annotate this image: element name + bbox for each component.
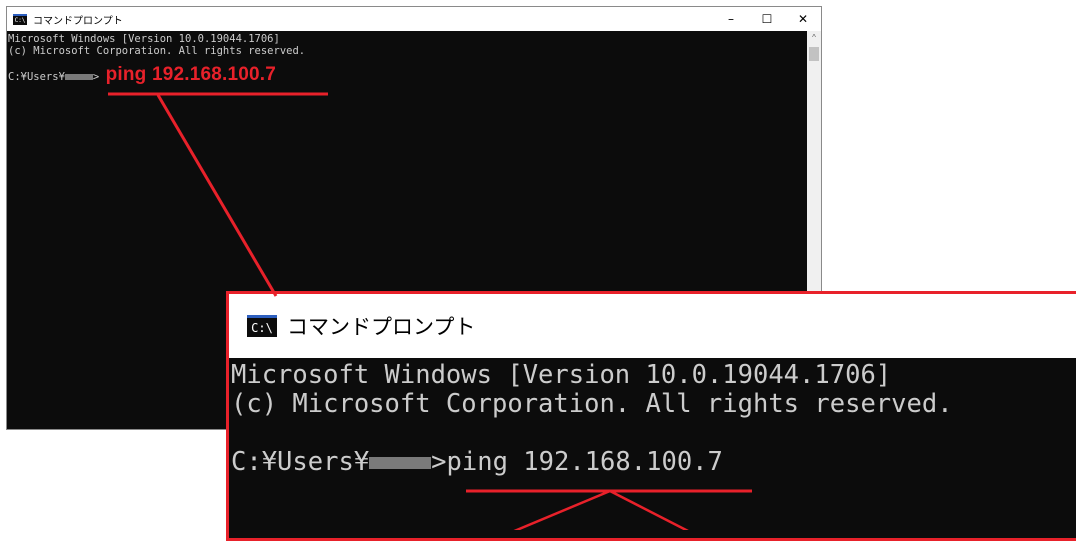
zoomed-prompt-prefix: C:¥Users¥ [231, 447, 370, 477]
console-line-copyright: (c) Microsoft Corporation. All rights re… [8, 45, 306, 57]
zoomed-prompt-line: C:¥Users¥ >ping 192.168.100.7 [231, 448, 1076, 477]
zoomed-cmd-window: C:\ コマンドプロンプト Microsoft Windows [Version… [226, 291, 1076, 541]
redacted-username [64, 74, 93, 80]
window-controls: – ☐ ✕ [713, 7, 821, 31]
cmd-app-icon: C:\ [13, 13, 27, 25]
zoomed-line-version: Microsoft Windows [Version 10.0.19044.17… [231, 360, 892, 390]
minimize-button[interactable]: – [713, 7, 749, 31]
console-prompt-line: C:¥Users¥ > ping 192.168.100.7 [8, 65, 807, 84]
close-button[interactable]: ✕ [785, 7, 821, 31]
zoomed-console-output: Microsoft Windows [Version 10.0.19044.17… [229, 358, 1076, 538]
zoomed-prompt-suffix: > [431, 447, 447, 477]
console-line-version: Microsoft Windows [Version 10.0.19044.17… [8, 33, 280, 45]
maximize-button[interactable]: ☐ [749, 7, 785, 31]
prompt-prefix: C:¥Users¥ [8, 71, 65, 83]
scroll-thumb[interactable] [809, 47, 819, 61]
zoomed-line-copyright: (c) Microsoft Corporation. All rights re… [231, 389, 953, 419]
prompt-suffix: > [92, 71, 100, 83]
title-bar[interactable]: C:\ コマンドプロンプト – ☐ ✕ [7, 7, 821, 31]
ping-command-highlight: ping 192.168.100.7 [105, 64, 277, 85]
zoomed-cmd-app-icon: C:\ [247, 315, 277, 337]
zoomed-blank-line [231, 419, 1076, 448]
zoomed-title-bar: C:\ コマンドプロンプト [229, 294, 1076, 358]
window-title: コマンドプロンプト [33, 15, 123, 27]
zoomed-window-title: コマンドプロンプト [287, 316, 476, 339]
zoomed-ping-command: ping 192.168.100.7 [446, 447, 723, 477]
zoomed-redacted-username [369, 457, 432, 469]
scroll-up-arrow-icon[interactable]: ^ [807, 33, 821, 42]
